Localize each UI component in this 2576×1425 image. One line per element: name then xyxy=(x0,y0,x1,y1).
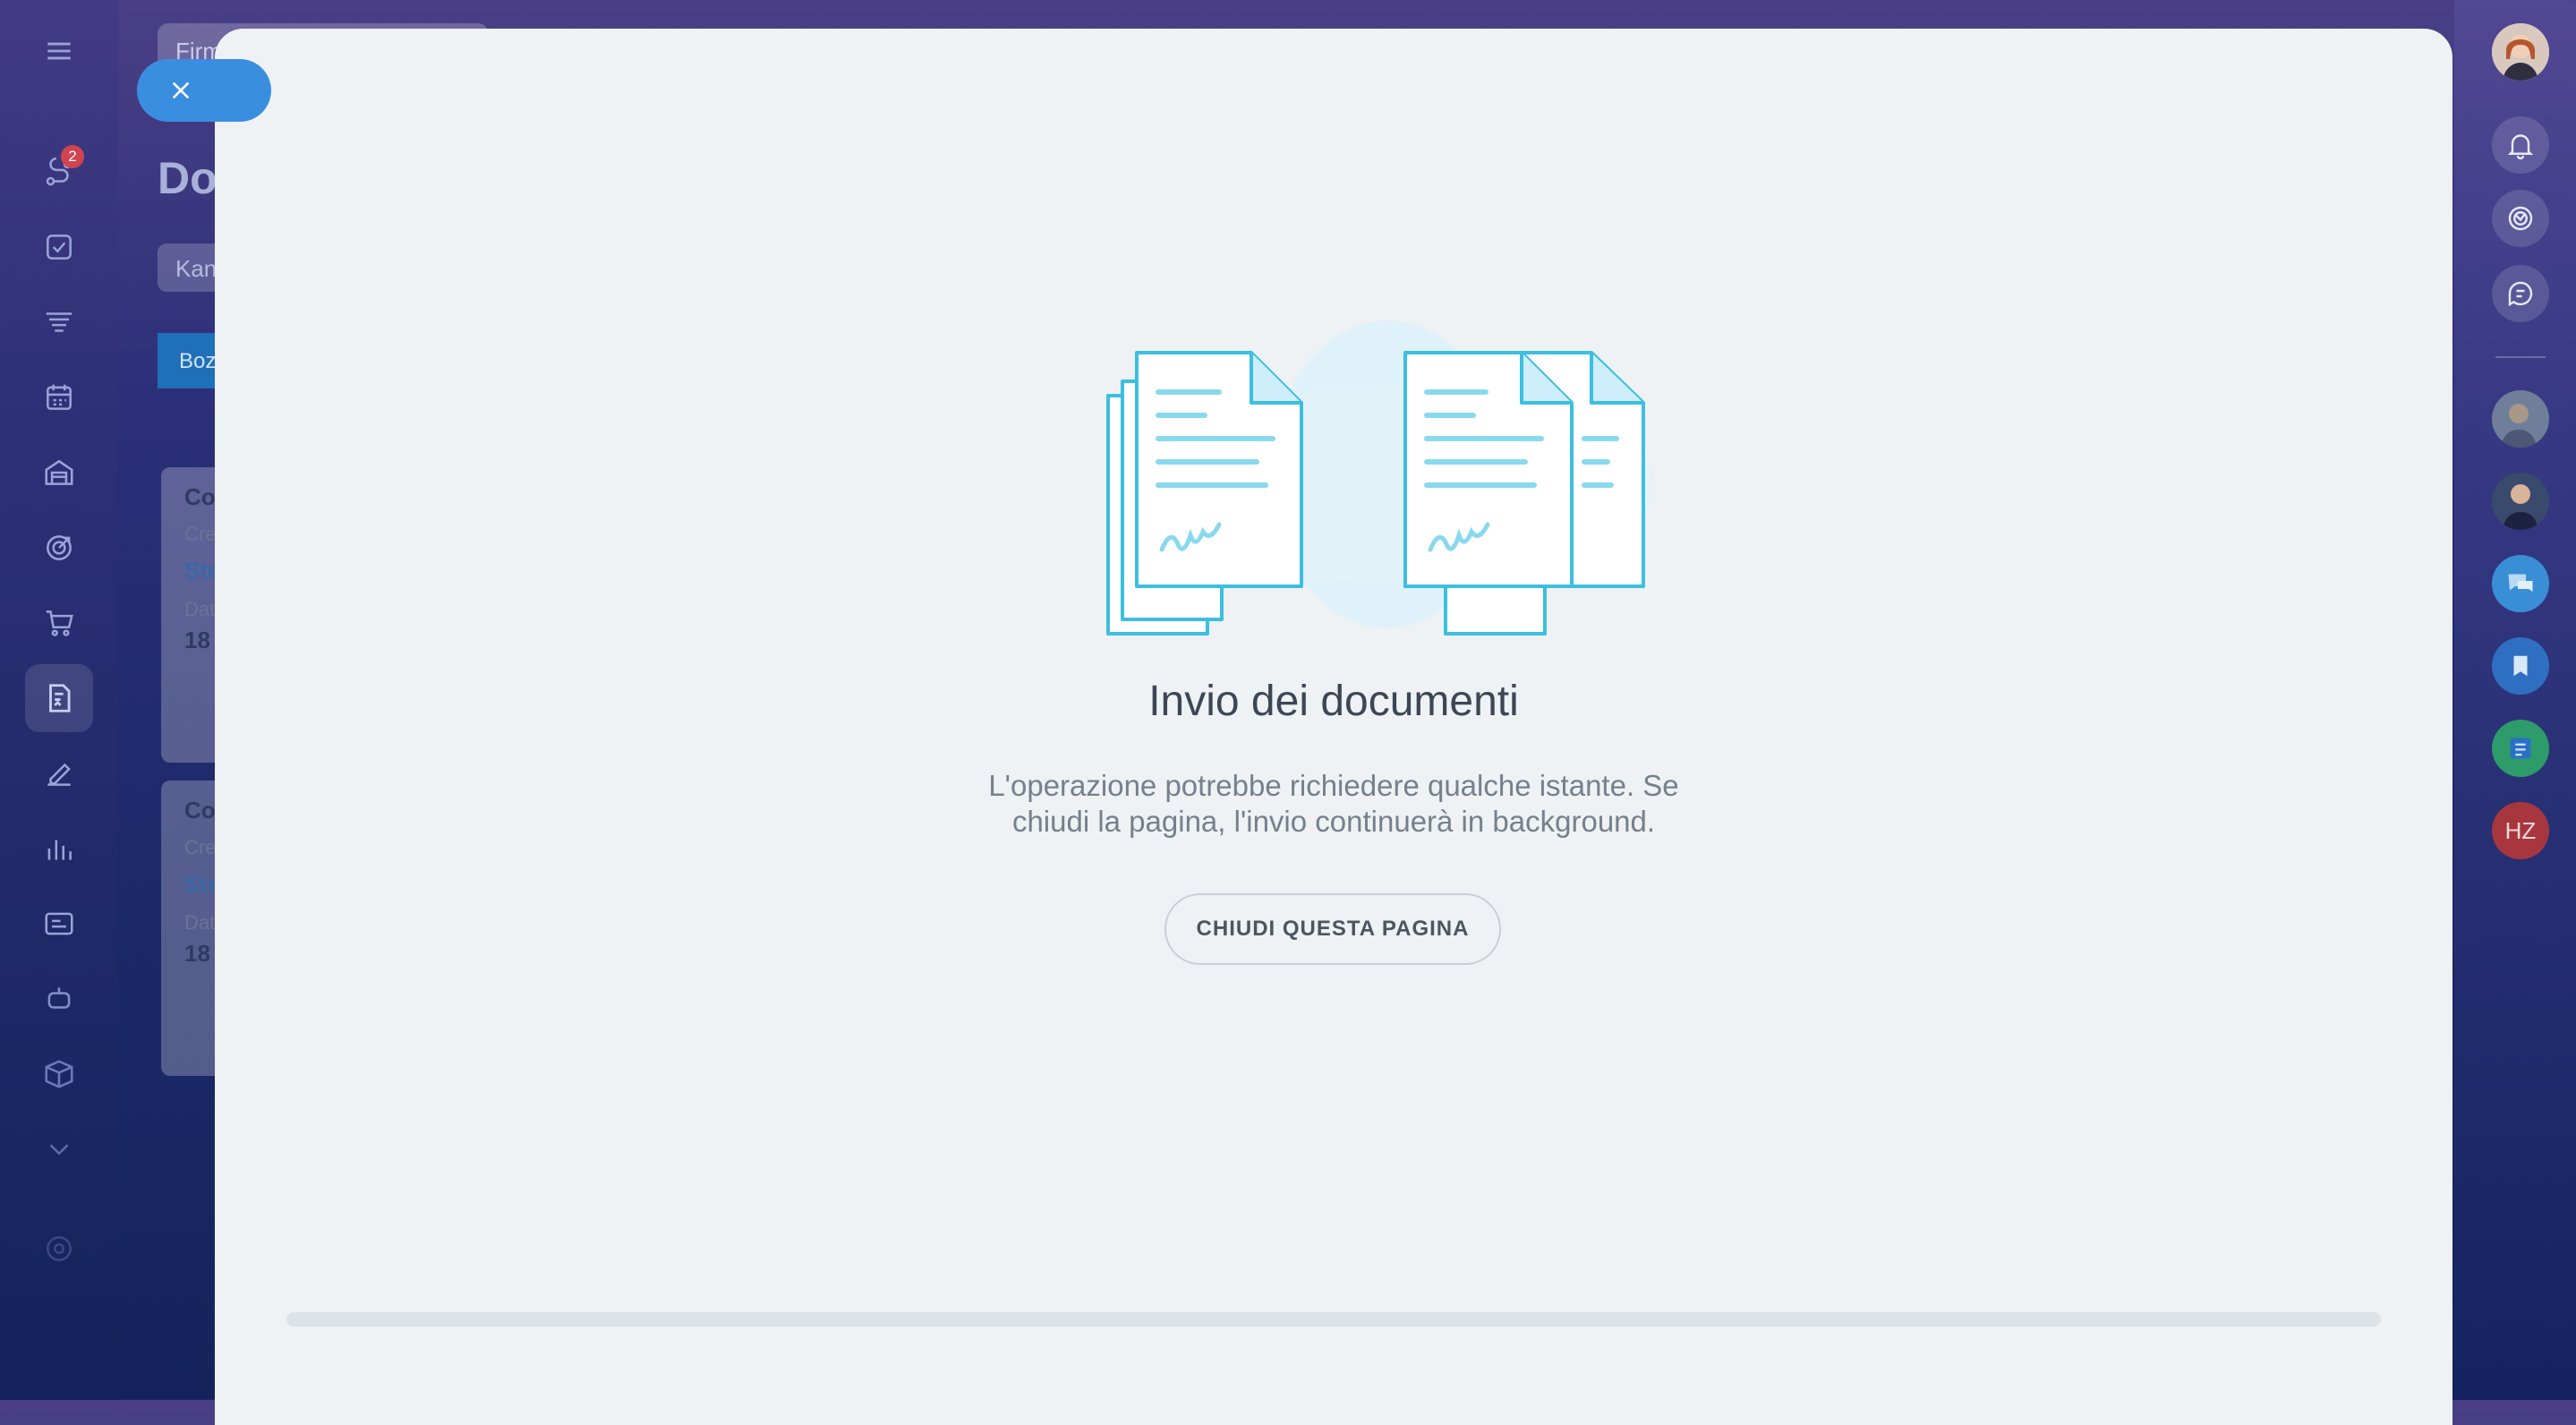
card-title: Co xyxy=(184,483,216,510)
user-avatar[interactable] xyxy=(2492,23,2549,81)
package-box-icon[interactable] xyxy=(35,1050,83,1098)
shopping-cart-icon[interactable] xyxy=(35,599,83,647)
modal-description-line: L'operazione potrebbe richiedere qualche… xyxy=(988,769,1679,802)
send-progress-bar xyxy=(286,1312,2381,1327)
right-sidebar: HZ xyxy=(2454,0,2576,1400)
modal-description: L'operazione potrebbe richiedere qualche… xyxy=(215,768,2452,840)
send-documents-slider: Invio dei documenti L'operazione potrebb… xyxy=(215,29,2452,1425)
bell-icon[interactable] xyxy=(2492,116,2549,174)
chat-group-avatar[interactable] xyxy=(2492,555,2549,612)
contacts-card-icon[interactable] xyxy=(35,900,83,948)
right-sidebar-divider xyxy=(2495,356,2546,358)
card-date: 18 xyxy=(184,940,210,967)
saved-messages-avatar[interactable] xyxy=(2492,637,2549,695)
copilot-icon[interactable] xyxy=(2492,190,2549,247)
chat-search-icon[interactable] xyxy=(2492,265,2549,322)
notes-icon xyxy=(2510,738,2531,759)
analytics-bars-icon[interactable] xyxy=(35,824,83,873)
contact-avatar[interactable] xyxy=(2492,390,2549,448)
close-page-button[interactable]: CHIUDI QUESTA PAGINA xyxy=(1164,893,1501,965)
contact-photo xyxy=(2492,390,2549,448)
settings-gear-icon[interactable] xyxy=(35,1224,83,1273)
modal-description-line: chiudi la pagina, l'invio continuerà in … xyxy=(1011,805,1656,838)
target-icon[interactable] xyxy=(35,524,83,572)
contact-photo xyxy=(2492,473,2549,530)
hamburger-menu-icon[interactable] xyxy=(35,27,83,75)
notification-badge: 2 xyxy=(61,145,84,168)
notes-avatar[interactable] xyxy=(2492,720,2549,777)
bookmark-icon xyxy=(2513,655,2528,677)
background-page-title: Do xyxy=(158,153,218,203)
left-sidebar: 2 xyxy=(0,0,118,1400)
card-created: Cre xyxy=(184,836,217,858)
user-photo xyxy=(2492,23,2549,81)
chevron-down-icon[interactable] xyxy=(35,1125,83,1173)
card-date-label: Dat xyxy=(184,598,216,620)
crm-funnel-icon[interactable] xyxy=(35,298,83,346)
contact-avatar[interactable] xyxy=(2492,473,2549,530)
signature-pen-icon[interactable] xyxy=(35,749,83,798)
close-slider-button[interactable] xyxy=(137,59,271,122)
document-sign-icon[interactable] xyxy=(35,674,83,722)
user-initials-avatar[interactable]: HZ xyxy=(2492,802,2549,859)
calendar-icon[interactable] xyxy=(35,373,83,422)
chat-icon xyxy=(2508,574,2533,592)
card-title: Co xyxy=(184,797,216,823)
close-icon xyxy=(173,82,189,98)
card-date-label: Dat xyxy=(184,911,216,934)
card-created: Cre xyxy=(184,523,217,545)
card-date: 18 xyxy=(184,627,210,653)
documents-illustration xyxy=(1106,320,1656,636)
modal-title: Invio dei documenti xyxy=(1148,678,1519,725)
warehouse-icon[interactable] xyxy=(35,448,83,497)
tasks-checkbox-icon[interactable] xyxy=(35,223,83,271)
robot-icon[interactable] xyxy=(35,975,83,1023)
